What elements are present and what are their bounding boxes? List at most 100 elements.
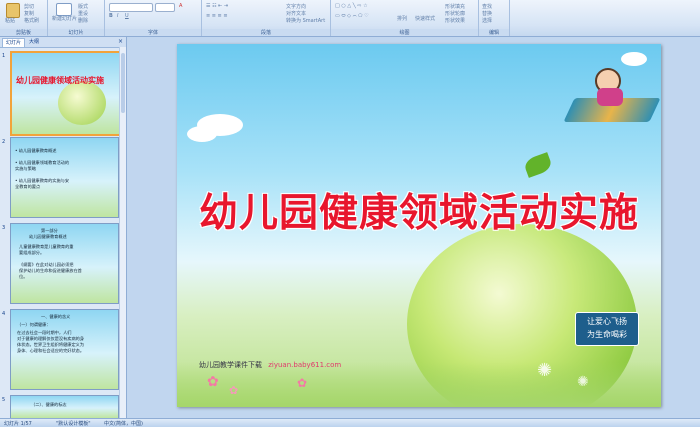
- thumbnail-line: 对于健康的理解仅仅是没有疾病的身: [17, 336, 85, 341]
- new-slide-button[interactable]: 新建幻灯片: [52, 15, 77, 22]
- delete-button[interactable]: 删除: [78, 17, 88, 24]
- panel-tabs: 幻灯片 大纲 ×: [0, 37, 126, 48]
- status-bar: 幻灯片 1/57 "默认设计模板" 中文(简体，中国): [0, 418, 700, 427]
- ribbon-group-label: 剪贴板: [0, 29, 47, 36]
- ribbon-group-font: B I U A 字体: [105, 0, 202, 36]
- scrollbar-thumb[interactable]: [121, 53, 125, 113]
- quick-styles-button[interactable]: 快速样式: [415, 15, 435, 22]
- thumbnail-line: 位。: [19, 274, 28, 279]
- flower-icon: ✿: [207, 374, 219, 390]
- slide-footer: 幼儿园教学课件下载 ziyuan.baby611.com: [199, 360, 341, 370]
- thumbnail-line: 实施与策略: [15, 166, 36, 171]
- thumbnail-line: 要组成部分。: [19, 250, 45, 255]
- theme-status: "默认设计模板": [56, 421, 91, 427]
- slide-thumbnail-4[interactable]: 一、健康的含义 （一）何谓健康： 在过去社会一段时期中，人们 对于健康的理解仅仅…: [10, 309, 119, 390]
- cloud-image: [621, 52, 647, 66]
- ribbon-group-label: 编辑: [479, 29, 509, 36]
- shape-fill-button[interactable]: 形状填充: [445, 3, 465, 10]
- font-name-box[interactable]: [109, 3, 153, 12]
- apple-image: [58, 81, 106, 125]
- align-text-button[interactable]: 对齐文本: [286, 10, 306, 17]
- ribbon-group-paragraph: ☰ ☷ ⇤ ⇥ ≡ ≡ ≡ ≡ 文字方向 对齐文本 转换为 SmartArt 段…: [202, 0, 331, 36]
- tab-slides[interactable]: 幻灯片: [2, 38, 26, 47]
- bullets-icon[interactable]: ☰ ☷ ⇤ ⇥: [206, 3, 228, 9]
- bold-icon[interactable]: B: [109, 13, 113, 19]
- replace-button[interactable]: 替换: [482, 10, 492, 17]
- ribbon-group-label: 段落: [202, 29, 330, 36]
- shapes-gallery-row2[interactable]: ▭ ⬭ ◇ ⌒ ⬠ ♡: [335, 13, 369, 19]
- slide-thumbnail-3[interactable]: 第一部分 幼儿园健康教育概述 儿童健康教育是儿童教育的重 要组成部分。 《纲要》…: [10, 223, 119, 304]
- layout-button[interactable]: 版式: [78, 3, 88, 10]
- ribbon-group-drawing: □ ○ △ ╲ ⇨ ☆ ▭ ⬭ ◇ ⌒ ⬠ ♡ 排列 快速样式 形状填充 形状轮…: [331, 0, 479, 36]
- smartart-button[interactable]: 转换为 SmartArt: [286, 17, 325, 24]
- current-slide[interactable]: ✿ ✿ ✿ ✺ ✺ 幼儿园健康领域活动实施 幼儿园教学课件下载 ziyuan.b…: [177, 44, 661, 407]
- shape-outline-button[interactable]: 形状轮廓: [445, 10, 465, 17]
- thumbnail-line: 幼儿园健康教育概述: [29, 234, 67, 239]
- ribbon-group-editing: 查找 替换 选择 编辑: [479, 0, 510, 36]
- ribbon-group-slides: 新建幻灯片 版式 重设 删除 幻灯片: [48, 0, 105, 36]
- find-button[interactable]: 查找: [482, 3, 492, 10]
- shapes-gallery[interactable]: □ ○ △ ╲ ⇨ ☆: [335, 3, 368, 9]
- thumbnail-line: 身体、心理和社会适应的完好状态。: [17, 348, 85, 353]
- flower-icon: ✿: [297, 376, 308, 390]
- align-icons[interactable]: ≡ ≡ ≡ ≡: [206, 13, 228, 19]
- slide-title[interactable]: 幼儿园健康领域活动实施: [177, 182, 661, 238]
- thumbnail-number: 2: [2, 139, 6, 145]
- thumbnail-line: 体状态。世界卫生组织将健康定义为: [17, 342, 85, 347]
- thumbnail-line: 第一部分: [41, 228, 58, 233]
- close-icon[interactable]: ×: [118, 38, 123, 45]
- slide-editing-area: ✿ ✿ ✿ ✺ ✺ 幼儿园健康领域活动实施 幼儿园教学课件下载 ziyuan.b…: [127, 37, 700, 419]
- format-painter-button[interactable]: 格式刷: [24, 17, 39, 24]
- tab-outline[interactable]: 大纲: [26, 38, 42, 46]
- ribbon-group-label: 字体: [105, 29, 201, 36]
- badge-line-2: 为生命喝彩: [587, 330, 627, 339]
- thumbnail-number: 1: [2, 53, 6, 59]
- font-size-box[interactable]: [155, 3, 175, 12]
- thumbnail-line: 保护幼儿的生命和促进健康放在首: [19, 268, 82, 273]
- font-color-icon[interactable]: A: [179, 3, 182, 9]
- thumbnail-line: （二）、健康的标志: [31, 402, 67, 407]
- ribbon-group-clipboard: 粘贴 剪切 复制 格式刷 剪贴板: [0, 0, 48, 36]
- thumbnail-number: 3: [2, 225, 6, 231]
- paste-icon[interactable]: [6, 3, 20, 18]
- flower-icon: ✿: [229, 384, 239, 397]
- cut-button[interactable]: 剪切: [24, 3, 34, 10]
- thumbnail-line: 一、健康的含义: [41, 314, 71, 319]
- slide-count-status: 幻灯片 1/57: [4, 421, 32, 427]
- shape-effects-button[interactable]: 形状效果: [445, 17, 465, 24]
- ribbon: 粘贴 剪切 复制 格式刷 剪贴板 新建幻灯片 版式 重设 删除 幻灯片 B I …: [0, 0, 700, 37]
- thumbnail-line: （一）何谓健康：: [17, 322, 51, 327]
- dandelion-icon: ✺: [577, 374, 589, 390]
- footer-url: ziyuan.baby611.com: [268, 361, 342, 369]
- panel-scrollbar[interactable]: [119, 47, 126, 419]
- select-button[interactable]: 选择: [482, 17, 492, 24]
- reset-button[interactable]: 重设: [78, 10, 88, 17]
- copy-button[interactable]: 复制: [24, 10, 34, 17]
- thumbnail-line: 《纲要》在此对幼儿园必须把: [19, 262, 74, 267]
- italic-icon[interactable]: I: [117, 13, 118, 19]
- thumbnail-line: • 幼儿园健康教育的实施与安: [15, 178, 70, 183]
- slide-thumbnail-5[interactable]: （二）、健康的标志: [10, 395, 119, 419]
- child-body-image: [597, 88, 623, 106]
- thumbnail-number: 5: [2, 397, 6, 403]
- thumbnail-line: • 幼儿园健康领域教育活动的: [15, 160, 70, 165]
- underline-icon[interactable]: U: [125, 13, 129, 19]
- thumbnail-line: • 幼儿园健康教育概述: [15, 148, 57, 153]
- slide-thumbnail-2[interactable]: • 幼儿园健康教育概述 • 幼儿园健康领域教育活动的 实施与策略 • 幼儿园健康…: [10, 137, 119, 218]
- thumbnail-line: 全教育的要点: [15, 184, 41, 189]
- thumbnail-line: 儿童健康教育是儿童教育的重: [19, 244, 74, 249]
- cloud-image: [187, 126, 217, 142]
- text-direction-button[interactable]: 文字方向: [286, 3, 306, 10]
- paste-button[interactable]: 粘贴: [5, 17, 15, 24]
- badge-line-1: 让爱心飞扬: [587, 317, 627, 326]
- thumbnail-line: 在过去社会一段时期中，人们: [17, 330, 72, 335]
- slides-panel: 幻灯片 大纲 × 1 幼儿园健康领域活动实施 2 • 幼儿园健康教育概述 • 幼…: [0, 37, 127, 419]
- ribbon-group-label: 幻灯片: [48, 29, 104, 36]
- thumbnail-title: 幼儿园健康领域活动实施: [16, 76, 104, 85]
- slide-thumbnail-1[interactable]: 幼儿园健康领域活动实施: [10, 51, 121, 136]
- slogan-badge: 让爱心飞扬 为生命喝彩: [575, 312, 639, 346]
- leaf-image: [522, 152, 554, 178]
- ribbon-group-label: 绘图: [331, 29, 478, 36]
- footer-text: 幼儿园教学课件下载: [199, 361, 262, 369]
- arrange-button[interactable]: 排列: [397, 15, 407, 22]
